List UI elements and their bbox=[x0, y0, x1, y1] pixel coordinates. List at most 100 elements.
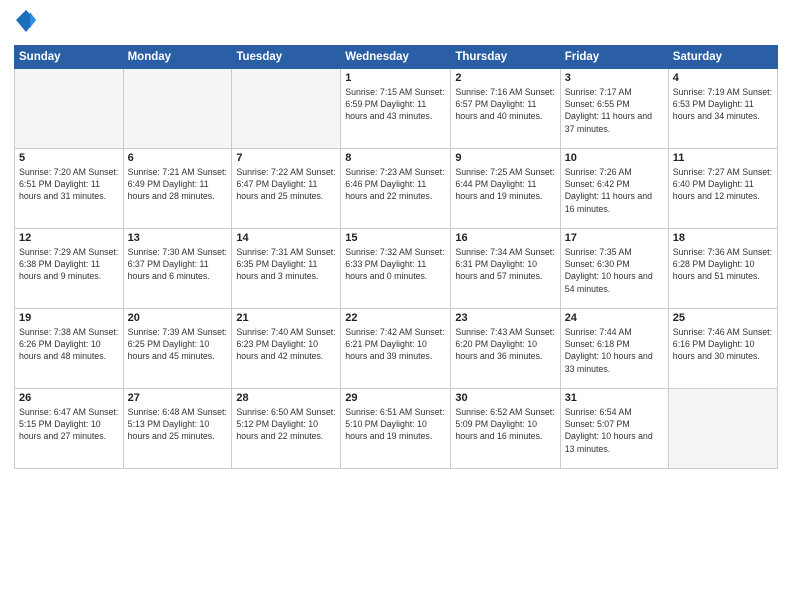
day-cell: 3Sunrise: 7:17 AM Sunset: 6:55 PM Daylig… bbox=[560, 68, 668, 148]
day-cell: 20 Sunrise: 7:39 AM Sunset: 6:25 PM Dayli… bbox=[123, 308, 232, 388]
day-info: Sunrise: 7:25 AM Sunset: 6:44 PM Dayligh… bbox=[455, 166, 555, 203]
day-cell: 6 Sunrise: 7:21 AM Sunset: 6:49 PM Daylig… bbox=[123, 148, 232, 228]
day-cell: 29Sunrise: 6:51 AM Sunset: 5:10 PM Dayli… bbox=[341, 388, 451, 468]
day-info: Sunrise: 7:44 AM Sunset: 6:18 PM Dayligh… bbox=[565, 326, 664, 375]
day-number: 23 bbox=[455, 312, 555, 324]
day-number: 10 bbox=[565, 152, 664, 164]
day-info: Sunrise: 6:47 AM Sunset: 5:15 PM Dayligh… bbox=[19, 406, 119, 443]
week-row-0: 1 Sunrise: 7:15 AM Sunset: 6:59 PM Daylig… bbox=[15, 68, 778, 148]
day-number: 12 bbox=[19, 232, 119, 244]
day-number: 8 bbox=[345, 152, 446, 164]
day-number: 2 bbox=[455, 72, 555, 84]
day-cell: 9 Sunrise: 7:25 AM Sunset: 6:44 PM Daylig… bbox=[451, 148, 560, 228]
day-number: 28 bbox=[236, 392, 336, 404]
day-info: Sunrise: 7:16 AM Sunset: 6:57 PM Dayligh… bbox=[455, 86, 555, 123]
day-info: Sunrise: 7:22 AM Sunset: 6:47 PM Dayligh… bbox=[236, 166, 336, 203]
day-cell bbox=[232, 68, 341, 148]
day-number: 9 bbox=[455, 152, 555, 164]
day-cell: 1 Sunrise: 7:15 AM Sunset: 6:59 PM Daylig… bbox=[341, 68, 451, 148]
day-info: Sunrise: 7:32 AM Sunset: 6:33 PM Dayligh… bbox=[345, 246, 446, 283]
calendar-table: SundayMondayTuesdayWednesdayThursdayFrid… bbox=[14, 45, 778, 469]
day-cell: 28 Sunrise: 6:50 AM Sunset: 5:12 PM Dayli… bbox=[232, 388, 341, 468]
day-info: Sunrise: 7:42 AM Sunset: 6:21 PM Dayligh… bbox=[345, 326, 446, 363]
day-cell: 7 Sunrise: 7:22 AM Sunset: 6:47 PM Daylig… bbox=[232, 148, 341, 228]
day-number: 18 bbox=[673, 232, 773, 244]
day-info: Sunrise: 7:30 AM Sunset: 6:37 PM Dayligh… bbox=[128, 246, 228, 283]
day-info: Sunrise: 6:51 AM Sunset: 5:10 PM Dayligh… bbox=[345, 406, 446, 443]
day-number: 27 bbox=[128, 392, 228, 404]
day-info: Sunrise: 7:27 AM Sunset: 6:40 PM Dayligh… bbox=[673, 166, 773, 203]
day-cell: 13 Sunrise: 7:30 AM Sunset: 6:37 PM Dayli… bbox=[123, 228, 232, 308]
col-header-tuesday: Tuesday bbox=[232, 45, 341, 68]
col-header-saturday: Saturday bbox=[668, 45, 777, 68]
day-info: Sunrise: 7:19 AM Sunset: 6:53 PM Dayligh… bbox=[673, 86, 773, 123]
week-row-1: 5Sunrise: 7:20 AM Sunset: 6:51 PM Daylig… bbox=[15, 148, 778, 228]
day-info: Sunrise: 6:54 AM Sunset: 5:07 PM Dayligh… bbox=[565, 406, 664, 455]
day-number: 4 bbox=[673, 72, 773, 84]
logo bbox=[14, 10, 36, 37]
day-info: Sunrise: 6:52 AM Sunset: 5:09 PM Dayligh… bbox=[455, 406, 555, 443]
day-number: 31 bbox=[565, 392, 664, 404]
day-info: Sunrise: 7:40 AM Sunset: 6:23 PM Dayligh… bbox=[236, 326, 336, 363]
day-number: 1 bbox=[345, 72, 446, 84]
day-cell: 5Sunrise: 7:20 AM Sunset: 6:51 PM Daylig… bbox=[15, 148, 124, 228]
day-number: 11 bbox=[673, 152, 773, 164]
day-info: Sunrise: 6:48 AM Sunset: 5:13 PM Dayligh… bbox=[128, 406, 228, 443]
day-cell: 12 Sunrise: 7:29 AM Sunset: 6:38 PM Dayli… bbox=[15, 228, 124, 308]
day-cell: 4 Sunrise: 7:19 AM Sunset: 6:53 PM Daylig… bbox=[668, 68, 777, 148]
page: SundayMondayTuesdayWednesdayThursdayFrid… bbox=[0, 0, 792, 612]
day-number: 7 bbox=[236, 152, 336, 164]
day-cell: 27 Sunrise: 6:48 AM Sunset: 5:13 PM Dayli… bbox=[123, 388, 232, 468]
logo-icon bbox=[16, 10, 36, 32]
day-cell: 25Sunrise: 7:46 AM Sunset: 6:16 PM Dayli… bbox=[668, 308, 777, 388]
header bbox=[14, 10, 778, 37]
day-info: Sunrise: 7:31 AM Sunset: 6:35 PM Dayligh… bbox=[236, 246, 336, 283]
day-cell: 2 Sunrise: 7:16 AM Sunset: 6:57 PM Daylig… bbox=[451, 68, 560, 148]
day-cell: 21 Sunrise: 7:40 AM Sunset: 6:23 PM Dayli… bbox=[232, 308, 341, 388]
day-cell bbox=[123, 68, 232, 148]
day-cell: 19Sunrise: 7:38 AM Sunset: 6:26 PM Dayli… bbox=[15, 308, 124, 388]
col-header-friday: Friday bbox=[560, 45, 668, 68]
day-info: Sunrise: 7:43 AM Sunset: 6:20 PM Dayligh… bbox=[455, 326, 555, 363]
week-row-2: 12 Sunrise: 7:29 AM Sunset: 6:38 PM Dayli… bbox=[15, 228, 778, 308]
day-cell: 11 Sunrise: 7:27 AM Sunset: 6:40 PM Dayli… bbox=[668, 148, 777, 228]
day-info: Sunrise: 7:36 AM Sunset: 6:28 PM Dayligh… bbox=[673, 246, 773, 283]
day-info: Sunrise: 7:35 AM Sunset: 6:30 PM Dayligh… bbox=[565, 246, 664, 295]
day-cell: 31 Sunrise: 6:54 AM Sunset: 5:07 PM Dayli… bbox=[560, 388, 668, 468]
day-number: 20 bbox=[128, 312, 228, 324]
day-cell: 24Sunrise: 7:44 AM Sunset: 6:18 PM Dayli… bbox=[560, 308, 668, 388]
week-row-4: 26 Sunrise: 6:47 AM Sunset: 5:15 PM Dayli… bbox=[15, 388, 778, 468]
day-cell: 17 Sunrise: 7:35 AM Sunset: 6:30 PM Dayli… bbox=[560, 228, 668, 308]
header-row: SundayMondayTuesdayWednesdayThursdayFrid… bbox=[15, 45, 778, 68]
day-cell: 15 Sunrise: 7:32 AM Sunset: 6:33 PM Dayli… bbox=[341, 228, 451, 308]
day-number: 25 bbox=[673, 312, 773, 324]
day-number: 16 bbox=[455, 232, 555, 244]
day-cell: 30 Sunrise: 6:52 AM Sunset: 5:09 PM Dayli… bbox=[451, 388, 560, 468]
week-row-3: 19Sunrise: 7:38 AM Sunset: 6:26 PM Dayli… bbox=[15, 308, 778, 388]
day-info: Sunrise: 7:29 AM Sunset: 6:38 PM Dayligh… bbox=[19, 246, 119, 283]
day-number: 15 bbox=[345, 232, 446, 244]
day-number: 6 bbox=[128, 152, 228, 164]
day-info: Sunrise: 7:15 AM Sunset: 6:59 PM Dayligh… bbox=[345, 86, 446, 123]
day-cell: 22 Sunrise: 7:42 AM Sunset: 6:21 PM Dayli… bbox=[341, 308, 451, 388]
day-number: 30 bbox=[455, 392, 555, 404]
day-cell bbox=[15, 68, 124, 148]
day-number: 13 bbox=[128, 232, 228, 244]
day-number: 14 bbox=[236, 232, 336, 244]
day-number: 21 bbox=[236, 312, 336, 324]
day-info: Sunrise: 7:39 AM Sunset: 6:25 PM Dayligh… bbox=[128, 326, 228, 363]
col-header-monday: Monday bbox=[123, 45, 232, 68]
day-cell: 10Sunrise: 7:26 AM Sunset: 6:42 PM Dayli… bbox=[560, 148, 668, 228]
day-number: 22 bbox=[345, 312, 446, 324]
day-info: Sunrise: 6:50 AM Sunset: 5:12 PM Dayligh… bbox=[236, 406, 336, 443]
col-header-sunday: Sunday bbox=[15, 45, 124, 68]
day-cell: 26 Sunrise: 6:47 AM Sunset: 5:15 PM Dayli… bbox=[15, 388, 124, 468]
day-number: 26 bbox=[19, 392, 119, 404]
col-header-thursday: Thursday bbox=[451, 45, 560, 68]
day-info: Sunrise: 7:23 AM Sunset: 6:46 PM Dayligh… bbox=[345, 166, 446, 203]
day-cell: 18 Sunrise: 7:36 AM Sunset: 6:28 PM Dayli… bbox=[668, 228, 777, 308]
day-number: 5 bbox=[19, 152, 119, 164]
col-header-wednesday: Wednesday bbox=[341, 45, 451, 68]
day-info: Sunrise: 7:21 AM Sunset: 6:49 PM Dayligh… bbox=[128, 166, 228, 203]
day-number: 17 bbox=[565, 232, 664, 244]
